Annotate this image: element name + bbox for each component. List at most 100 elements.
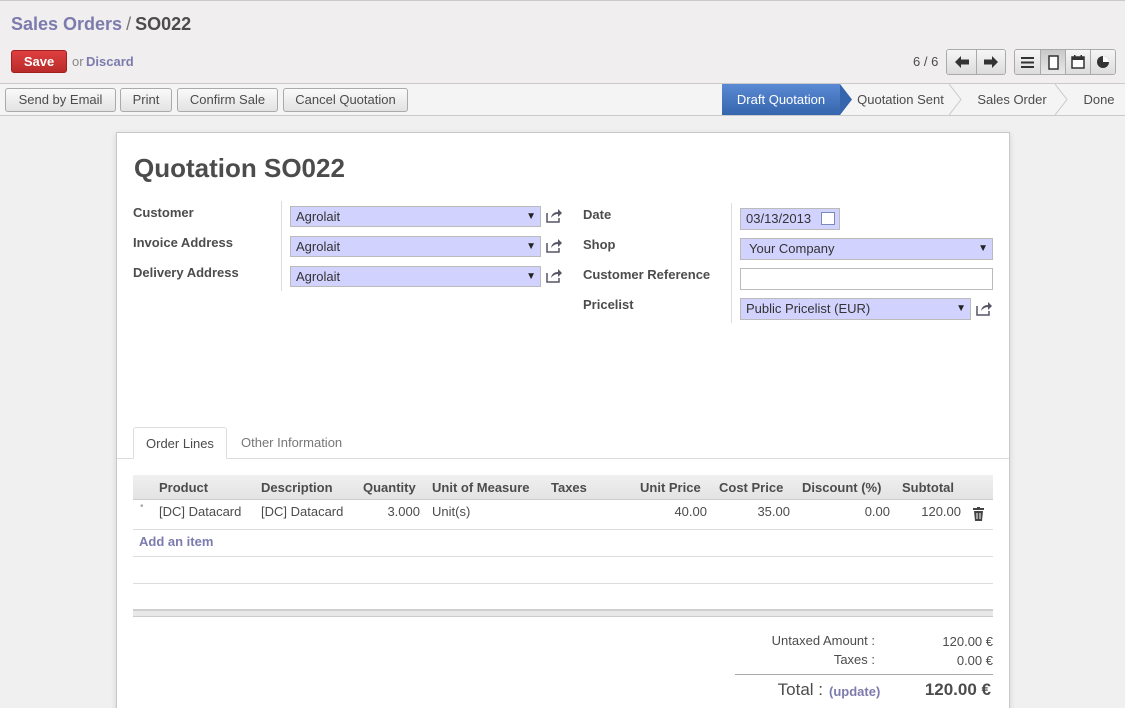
trash-icon[interactable] xyxy=(973,507,984,521)
discard-button[interactable]: Discard xyxy=(86,54,134,69)
taxes-value: 0.00 € xyxy=(956,653,993,668)
form-sheet: Quotation SO022 Customer Invoice Address… xyxy=(116,132,1010,708)
delivery-address-value: Agrolait xyxy=(296,269,341,284)
delivery-address-label: Delivery Address xyxy=(133,265,239,280)
external-link-icon[interactable] xyxy=(975,301,993,317)
or-text: or xyxy=(72,54,84,69)
confirm-sale-button[interactable]: Confirm Sale xyxy=(177,88,278,112)
total-value: 120.00 € xyxy=(924,680,991,699)
customer-reference-label: Customer Reference xyxy=(583,267,711,282)
field-divider xyxy=(731,203,732,323)
delivery-address-select[interactable]: Agrolait ▼ xyxy=(290,266,541,287)
dropdown-arrow-icon: ▼ xyxy=(526,241,536,252)
cancel-quotation-button[interactable]: Cancel Quotation xyxy=(283,88,408,112)
form-icon xyxy=(1047,54,1059,70)
arrow-left-icon xyxy=(954,56,969,68)
column-header-product[interactable]: Product xyxy=(159,480,208,495)
status-bar: Draft Quotation Quotation Sent Sales Ord… xyxy=(722,84,1125,115)
date-label: Date xyxy=(583,207,612,222)
status-done[interactable]: Done xyxy=(1073,84,1125,115)
breadcrumb-current: SO022 xyxy=(135,14,192,34)
shop-label: Shop xyxy=(583,237,616,252)
breadcrumb-separator: / xyxy=(126,14,132,34)
page-title: Quotation SO022 xyxy=(134,153,345,183)
customer-value: Agrolait xyxy=(296,209,341,224)
graph-view-button[interactable] xyxy=(1090,50,1115,74)
pricelist-select[interactable]: Public Pricelist (EUR) ▼ xyxy=(740,298,971,320)
action-bar: Send by Email Print Confirm Sale Cancel … xyxy=(0,84,1125,116)
cell-discount: 0.00 xyxy=(864,504,890,519)
pricelist-label: Pricelist xyxy=(583,297,634,312)
print-button[interactable]: Print xyxy=(120,88,172,112)
order-lines-header: Product Description Quantity Unit of Mea… xyxy=(133,475,993,500)
view-switcher xyxy=(1014,49,1116,75)
calendar-icon[interactable] xyxy=(821,212,835,225)
cell-unit-price: 40.00 xyxy=(674,504,707,519)
pager-value: 6 / 6 xyxy=(913,54,939,69)
column-header-unit-of-measure[interactable]: Unit of Measure xyxy=(432,480,530,495)
pricelist-value: Public Pricelist (EUR) xyxy=(746,301,871,316)
field-divider xyxy=(281,201,282,291)
list-view-button[interactable] xyxy=(1015,50,1040,74)
cell-quantity: 3.000 xyxy=(387,504,420,519)
column-header-subtotal[interactable]: Subtotal xyxy=(902,480,954,495)
status-quotation-sent[interactable]: Quotation Sent xyxy=(852,84,949,115)
dropdown-arrow-icon: ▼ xyxy=(978,243,988,254)
send-by-email-button[interactable]: Send by Email xyxy=(5,88,116,112)
cell-product: [DC] Datacard xyxy=(159,504,242,519)
shop-select[interactable]: Your Company ▼ xyxy=(740,238,993,260)
external-link-icon[interactable] xyxy=(545,268,563,284)
untaxed-amount-value: 120.00 € xyxy=(942,634,993,649)
form-view-button[interactable] xyxy=(1040,50,1065,74)
invoice-address-label: Invoice Address xyxy=(133,235,233,250)
pie-chart-icon xyxy=(1097,56,1109,68)
column-header-quantity[interactable]: Quantity xyxy=(363,480,416,495)
row-handle-icon: • xyxy=(140,501,144,512)
previous-record-button[interactable] xyxy=(947,50,976,74)
totals-divider xyxy=(735,674,993,675)
external-link-icon[interactable] xyxy=(545,208,563,224)
calendar-icon xyxy=(1071,55,1085,69)
cell-cost-price: 35.00 xyxy=(757,504,790,519)
tab-order-lines[interactable]: Order Lines xyxy=(133,427,227,459)
untaxed-amount-label: Untaxed Amount : xyxy=(771,633,875,648)
total-label: Total : xyxy=(777,680,823,699)
row-divider xyxy=(133,556,993,557)
column-header-unit-price[interactable]: Unit Price xyxy=(640,480,701,495)
tab-other-information[interactable]: Other Information xyxy=(229,427,354,459)
date-input[interactable]: 03/13/2013 xyxy=(740,208,840,230)
customer-reference-input[interactable] xyxy=(740,268,993,290)
arrow-right-icon xyxy=(984,56,998,68)
update-link[interactable]: (update) xyxy=(829,684,883,699)
list-icon xyxy=(1021,56,1034,68)
column-header-taxes[interactable]: Taxes xyxy=(551,480,587,495)
pager-buttons xyxy=(946,49,1006,75)
breadcrumb-sales-orders[interactable]: Sales Orders xyxy=(11,14,122,34)
shop-value: Your Company xyxy=(749,241,835,256)
status-chevron xyxy=(1055,84,1068,115)
customer-label: Customer xyxy=(133,205,194,220)
calendar-view-button[interactable] xyxy=(1065,50,1090,74)
add-an-item-link[interactable]: Add an item xyxy=(139,534,213,549)
breadcrumb: Sales Orders / SO022 xyxy=(11,14,191,35)
dropdown-arrow-icon: ▼ xyxy=(526,271,536,282)
taxes-label: Taxes : xyxy=(833,652,875,667)
status-chevron xyxy=(949,84,962,115)
column-header-discount[interactable]: Discount (%) xyxy=(802,480,881,495)
status-sales-order[interactable]: Sales Order xyxy=(965,84,1059,115)
invoice-address-value: Agrolait xyxy=(296,239,341,254)
control-panel: Sales Orders / SO022 Save or Discard 6 / 6 xyxy=(0,0,1125,84)
status-draft-quotation[interactable]: Draft Quotation xyxy=(722,84,840,115)
save-button[interactable]: Save xyxy=(11,50,67,73)
row-divider xyxy=(133,529,993,530)
date-value: 03/13/2013 xyxy=(746,211,812,226)
external-link-icon[interactable] xyxy=(545,238,563,254)
cell-description: [DC] Datacard xyxy=(261,504,344,519)
row-divider xyxy=(133,583,993,584)
column-header-description[interactable]: Description xyxy=(261,480,333,495)
invoice-address-select[interactable]: Agrolait ▼ xyxy=(290,236,541,257)
next-record-button[interactable] xyxy=(976,50,1005,74)
column-header-cost-price[interactable]: Cost Price xyxy=(719,480,783,495)
cell-unit-of-measure: Unit(s) xyxy=(432,504,471,519)
customer-select[interactable]: Agrolait ▼ xyxy=(290,206,541,227)
